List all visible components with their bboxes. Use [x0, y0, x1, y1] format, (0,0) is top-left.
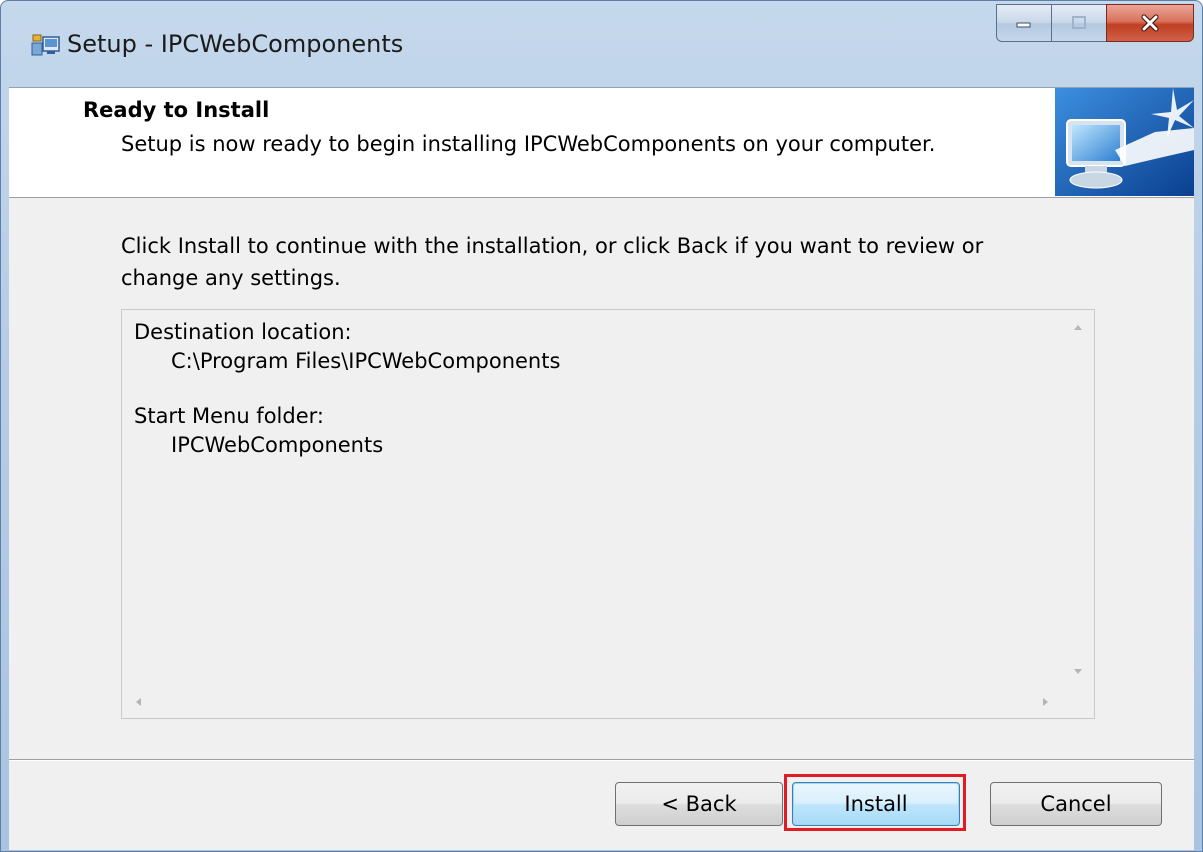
ready-memo[interactable]: Destination location: C:\Program Files\I…: [121, 309, 1095, 719]
instructions-text: Click Install to continue with the insta…: [121, 234, 984, 290]
vertical-scrollbar[interactable]: [1062, 310, 1094, 688]
minimize-icon: [1016, 22, 1031, 28]
computer-install-icon: [1055, 88, 1194, 196]
start-menu-value: IPCWebComponents: [171, 433, 384, 457]
minimize-button[interactable]: [996, 4, 1051, 42]
scroll-up-icon[interactable]: [1062, 310, 1094, 342]
close-button[interactable]: [1106, 4, 1194, 42]
cancel-button[interactable]: Cancel: [990, 782, 1162, 826]
scrollbar-corner: [1062, 686, 1094, 718]
wizard-header: Ready to Install Setup is now ready to b…: [9, 88, 1194, 198]
horizontal-scrollbar[interactable]: [122, 686, 1062, 718]
scroll-left-icon[interactable]: [122, 686, 154, 718]
destination-label: Destination location:: [134, 320, 352, 344]
caption-buttons: [996, 4, 1194, 42]
maximize-button[interactable]: [1051, 4, 1106, 42]
page-subtitle: Setup is now ready to begin installing I…: [121, 132, 936, 156]
start-menu-label: Start Menu folder:: [134, 404, 324, 428]
setup-app-icon: [31, 34, 60, 56]
back-button[interactable]: < Back: [615, 782, 783, 826]
install-button[interactable]: Install: [792, 782, 960, 826]
footer-separator: [9, 759, 1194, 761]
memo-content: Destination location: C:\Program Files\I…: [134, 318, 560, 460]
title-bar[interactable]: Setup - IPCWebComponents: [1, 1, 1202, 87]
maximize-icon: [1072, 16, 1086, 29]
setup-window: Setup - IPCWebComponents Ready to Instal…: [0, 0, 1203, 852]
scroll-right-icon[interactable]: [1030, 686, 1062, 718]
wizard-panel: Ready to Install Setup is now ready to b…: [9, 87, 1194, 850]
window-title: Setup - IPCWebComponents: [67, 30, 404, 58]
page-title: Ready to Install: [83, 98, 270, 122]
scroll-down-icon[interactable]: [1062, 656, 1094, 688]
close-icon: [1141, 14, 1159, 32]
destination-value: C:\Program Files\IPCWebComponents: [171, 349, 561, 373]
